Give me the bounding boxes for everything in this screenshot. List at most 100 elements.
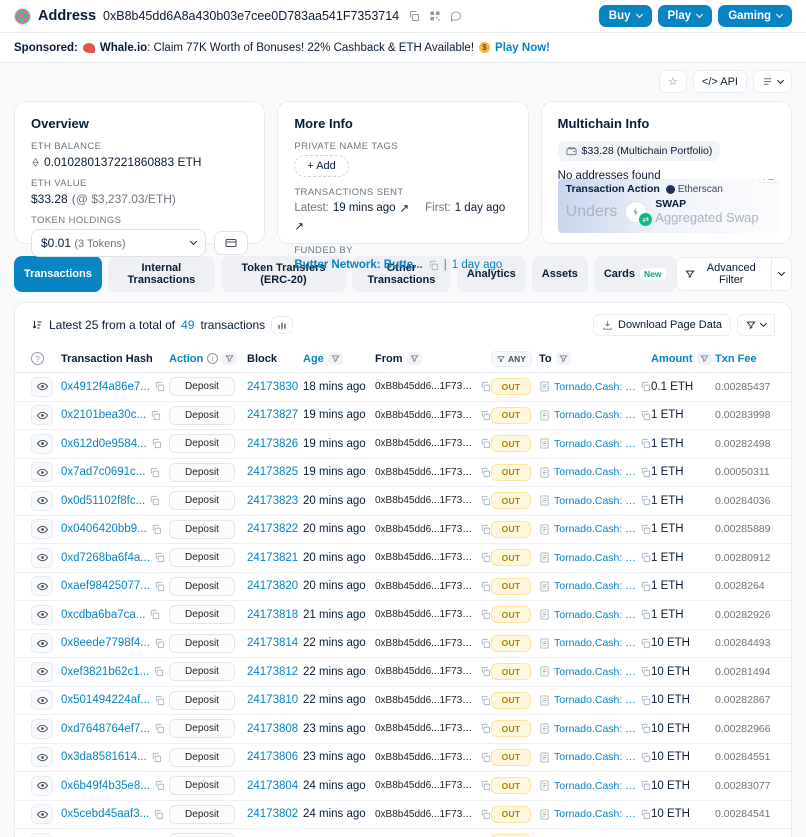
action-filter-icon[interactable] (222, 352, 237, 365)
copy-icon[interactable] (480, 609, 491, 620)
block-link[interactable]: 24173802 (247, 808, 298, 820)
block-link[interactable]: 24173810 (247, 694, 298, 706)
method-badge[interactable]: Deposit (169, 520, 235, 539)
copy-icon[interactable] (154, 638, 165, 649)
block-link[interactable]: 24173826 (247, 438, 298, 450)
copy-icon[interactable] (480, 381, 491, 392)
preview-eye-button[interactable] (31, 462, 53, 482)
play-now-link[interactable]: Play Now! (495, 42, 550, 54)
advanced-filter-main[interactable]: Advanced Filter (676, 257, 772, 291)
method-badge[interactable]: Deposit (169, 605, 235, 624)
transaction-hash-link[interactable]: 0xcdba6ba7ca... (61, 609, 145, 621)
preview-eye-button[interactable] (31, 519, 53, 539)
copy-icon[interactable] (480, 695, 491, 706)
copy-icon[interactable] (640, 809, 651, 820)
copy-icon[interactable] (154, 552, 165, 563)
transaction-hash-link[interactable]: 0x0d51102f8fc... (61, 495, 145, 507)
preview-eye-button[interactable] (31, 662, 53, 682)
copy-icon[interactable] (480, 410, 491, 421)
copy-icon[interactable] (640, 524, 651, 535)
copy-icon[interactable] (640, 495, 651, 506)
column-action[interactable]: Action (169, 353, 203, 365)
latest-external-link-icon[interactable]: ↗ (400, 201, 410, 215)
copy-icon[interactable] (480, 438, 491, 449)
transaction-hash-link[interactable]: 0x6b49f4b35e8... (61, 780, 150, 792)
to-address-link[interactable]: Tornado.Cash: Ro... (554, 438, 636, 450)
preview-eye-button[interactable] (31, 405, 53, 425)
method-badge[interactable]: Deposit (169, 548, 235, 567)
copy-icon[interactable] (480, 467, 491, 478)
copy-icon[interactable] (640, 410, 651, 421)
to-address-link[interactable]: Tornado.Cash: Ro... (554, 552, 636, 564)
copy-icon[interactable] (640, 752, 651, 763)
transaction-hash-link[interactable]: 0x612d0e9584... (61, 438, 147, 450)
to-address-link[interactable]: Tornado.Cash: Ro... (554, 609, 636, 621)
block-link[interactable]: 24173806 (247, 751, 298, 763)
tab-cards[interactable]: Cards New (594, 256, 676, 292)
copy-icon[interactable] (480, 524, 491, 535)
wallet-view-button[interactable] (214, 231, 248, 255)
tab-transactions[interactable]: Transactions (14, 256, 102, 292)
age-filter-icon[interactable] (328, 352, 343, 365)
method-badge[interactable]: Deposit (169, 691, 235, 710)
to-address-link[interactable]: Tornado.Cash: Ro... (554, 466, 636, 478)
copy-icon[interactable] (640, 666, 651, 677)
method-badge[interactable]: Deposit (169, 776, 235, 795)
table-filter-funnel[interactable] (737, 314, 775, 336)
method-badge[interactable]: Deposit (169, 833, 235, 837)
tab-assets[interactable]: Assets (532, 256, 588, 292)
copy-icon[interactable] (151, 438, 162, 449)
preview-eye-button[interactable] (31, 633, 53, 653)
copy-icon[interactable] (480, 552, 491, 563)
copy-icon[interactable] (640, 438, 651, 449)
copy-icon[interactable] (480, 495, 491, 506)
block-link[interactable]: 24173808 (247, 723, 298, 735)
summary-count[interactable]: 49 (181, 318, 194, 332)
ad-banner[interactable]: Ad Transaction Action Etherscan Unders ⇄… (558, 179, 781, 233)
to-address-link[interactable]: Tornado.Cash: Ro... (554, 723, 636, 735)
buy-button[interactable]: Buy (599, 5, 652, 27)
to-address-link[interactable]: Tornado.Cash: Ro... (554, 637, 636, 649)
copy-icon[interactable] (153, 809, 164, 820)
copy-icon[interactable] (428, 260, 439, 271)
copy-icon[interactable] (154, 581, 165, 592)
copy-icon[interactable] (640, 638, 651, 649)
token-holdings-dropdown[interactable]: $0.01 (3 Tokens) (31, 229, 206, 257)
to-address-link[interactable]: Tornado.Cash: Ro... (554, 780, 636, 792)
transaction-hash-link[interactable]: 0x3da8581614... (61, 751, 147, 763)
to-address-link[interactable]: Tornado.Cash: Ro... (554, 495, 636, 507)
method-badge[interactable]: Deposit (169, 434, 235, 453)
transaction-hash-link[interactable]: 0xaef98425077... (61, 580, 150, 592)
view-options-button[interactable] (753, 70, 792, 93)
transaction-hash-link[interactable]: 0x8eede7798f4... (61, 637, 150, 649)
copy-icon[interactable] (640, 780, 651, 791)
copy-icon[interactable] (151, 524, 162, 535)
to-address-link[interactable]: Tornado.Cash: Ro... (554, 666, 636, 678)
preview-eye-button[interactable] (31, 804, 53, 824)
help-question-icon[interactable]: ? (31, 352, 44, 365)
block-link[interactable]: 24173820 (247, 580, 298, 592)
preview-eye-button[interactable] (31, 776, 53, 796)
copy-icon[interactable] (480, 752, 491, 763)
method-badge[interactable]: Deposit (169, 719, 235, 738)
to-address-link[interactable]: Tornado.Cash: Ro... (554, 751, 636, 763)
funded-by-link[interactable]: Butter Network: Butte... (294, 259, 422, 271)
method-badge[interactable]: Deposit (169, 634, 235, 653)
to-address-link[interactable]: Tornado.Cash: Ro... (554, 808, 636, 820)
copy-icon[interactable] (640, 723, 651, 734)
funded-age-link[interactable]: 1 day ago (452, 259, 503, 271)
to-address-link[interactable]: Tornado.Cash: Ro... (554, 580, 636, 592)
preview-eye-button[interactable] (31, 576, 53, 596)
api-button[interactable]: </> API (693, 70, 747, 93)
direction-any-filter[interactable]: ANY (491, 351, 532, 367)
block-link[interactable]: 24173825 (247, 466, 298, 478)
copy-icon[interactable] (640, 581, 651, 592)
preview-eye-button[interactable] (31, 377, 53, 397)
qr-code-icon[interactable] (429, 10, 441, 22)
copy-icon[interactable] (480, 809, 491, 820)
transaction-hash-link[interactable]: 0x2101bea30c... (61, 409, 146, 421)
copy-icon[interactable] (480, 723, 491, 734)
method-badge[interactable]: Deposit (169, 577, 235, 596)
copy-icon[interactable] (640, 552, 651, 563)
transaction-hash-link[interactable]: 0xef3821b62c1... (61, 666, 149, 678)
